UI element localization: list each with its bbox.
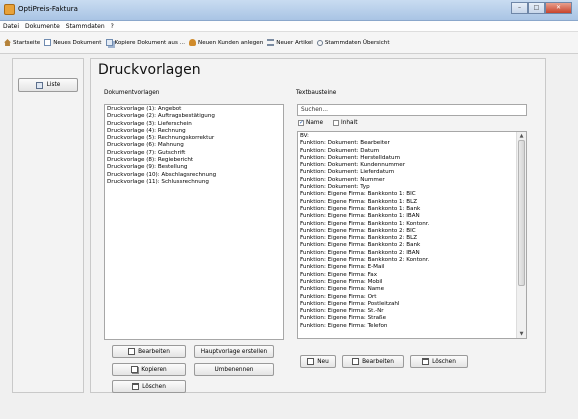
toolbar-neuen-kunden[interactable]: Neuen Kunden anlegen — [189, 39, 263, 46]
textbausteine-label: Textbausteine — [296, 90, 337, 96]
search-icon — [316, 39, 323, 46]
checkbox-checked-icon — [298, 119, 304, 126]
toolbar-kopiere-dokument[interactable]: Kopiere Dokument aus ... — [105, 39, 185, 46]
menu-bar: Datei Dokumente Stammdaten ? — [0, 21, 578, 31]
textbausteine-list[interactable]: BV: Funktion: Dokument: Bearbeiter Funkt… — [297, 131, 527, 339]
list-item[interactable]: Funktion: Eigene Firma: Bankkonto 2: BIC — [298, 228, 526, 235]
close-button[interactable]: ✕ — [545, 2, 572, 14]
list-item[interactable]: Druckvorlage (1): Angebot — [105, 106, 283, 113]
trash-icon — [422, 358, 430, 365]
list-item[interactable]: Druckvorlage (10): Abschlagsrechnung — [105, 172, 283, 179]
list-item[interactable]: Funktion: Eigene Firma: E-Mail — [298, 264, 526, 271]
list-item[interactable]: Funktion: Eigene Firma: Bankkonto 2: BLZ — [298, 235, 526, 242]
list-item[interactable]: BV: — [298, 133, 526, 140]
list-item[interactable]: Funktion: Eigene Firma: Postleitzahl — [298, 301, 526, 308]
list-item[interactable]: Funktion: Dokument: Typ — [298, 184, 526, 191]
vertical-scrollbar[interactable]: ▲ ▼ — [516, 132, 526, 338]
toolbar-startseite[interactable]: Startseite — [4, 39, 40, 46]
list-icon — [35, 81, 43, 89]
list-item[interactable]: Funktion: Eigene Firma: Bankkonto 1: IBA… — [298, 213, 526, 220]
list-item[interactable]: Druckvorlage (7): Gutschrift — [105, 150, 283, 157]
filter-name-checkbox[interactable]: Name — [298, 119, 323, 126]
search-input[interactable]: Suchen... — [297, 104, 527, 116]
scroll-up-icon[interactable]: ▲ — [517, 132, 526, 140]
title-bar: OptiPreis-Faktura – □ ✕ — [0, 0, 578, 21]
list-item[interactable]: Funktion: Eigene Firma: Fax — [298, 272, 526, 279]
loeschen-button[interactable]: Löschen — [112, 380, 186, 393]
bearbeiten-button[interactable]: Bearbeiten — [112, 345, 186, 358]
minimize-button[interactable]: – — [511, 2, 528, 14]
list-item[interactable]: Funktion: Eigene Firma: Bankkonto 1: Ban… — [298, 206, 526, 213]
app-icon — [4, 4, 15, 15]
list-item[interactable]: Funktion: Dokument: Datum — [298, 148, 526, 155]
list-item[interactable]: Druckvorlage (2): Auftragsbestätigung — [105, 113, 283, 120]
toolbar-stammdaten-uebersicht[interactable]: Stammdaten Übersicht — [316, 39, 390, 46]
list-item[interactable]: Druckvorlage (6): Mahnung — [105, 142, 283, 149]
dokumentvorlagen-label: Dokumentvorlagen — [104, 90, 160, 96]
scrollbar-thumb[interactable] — [518, 140, 525, 286]
new-article-icon — [267, 39, 275, 46]
list-item[interactable]: Druckvorlage (3): Lieferschein — [105, 121, 283, 128]
toolbar: Startseite Neues Dokument Kopiere Dokume… — [0, 31, 578, 54]
list-item[interactable]: Druckvorlage (11): Schlussrechnung — [105, 179, 283, 186]
new-customer-icon — [189, 39, 197, 46]
sidebar — [12, 58, 84, 393]
list-item[interactable]: Druckvorlage (8): Regiebericht — [105, 157, 283, 164]
menu-stammdaten[interactable]: Stammdaten — [63, 23, 108, 30]
toolbar-neues-dokument[interactable]: Neues Dokument — [44, 39, 102, 46]
umbenennen-button[interactable]: Umbenennen — [194, 363, 274, 376]
list-item[interactable]: Funktion: Eigene Firma: St.-Nr — [298, 308, 526, 315]
menu-dokumente[interactable]: Dokumente — [22, 23, 63, 30]
list-item[interactable]: Funktion: Eigene Firma: Mobil — [298, 279, 526, 286]
window-title: OptiPreis-Faktura — [18, 5, 78, 13]
hauptvorlage-erstellen-button[interactable]: Hauptvorlage erstellen — [194, 345, 274, 358]
list-item[interactable]: Funktion: Dokument: Nummer — [298, 177, 526, 184]
list-item[interactable]: Funktion: Eigene Firma: Ort — [298, 294, 526, 301]
edit-icon — [128, 348, 136, 355]
neu-button[interactable]: Neu — [300, 355, 336, 368]
list-item[interactable]: Funktion: Eigene Firma: Bankkonto 1: Kon… — [298, 221, 526, 228]
copy-document-icon — [105, 39, 113, 46]
filter-inhalt-checkbox[interactable]: Inhalt — [333, 120, 358, 126]
list-item[interactable]: Druckvorlage (4): Rechnung — [105, 128, 283, 135]
list-item[interactable]: Funktion: Eigene Firma: Telefon — [298, 323, 526, 330]
menu-help[interactable]: ? — [108, 23, 117, 30]
list-item[interactable]: Funktion: Eigene Firma: Bankkonto 2: Kon… — [298, 257, 526, 264]
list-item[interactable]: Funktion: Dokument: Bearbeiter — [298, 140, 526, 147]
maximize-button[interactable]: □ — [528, 2, 545, 14]
trash-icon — [132, 383, 140, 390]
toolbar-neuer-artikel[interactable]: Neuer Artikel — [267, 39, 313, 46]
list-item[interactable]: Funktion: Dokument: Kundennummer — [298, 162, 526, 169]
page-title: Druckvorlagen — [98, 62, 201, 78]
checkbox-unchecked-icon — [333, 120, 339, 126]
new-document-icon — [44, 39, 52, 46]
textbaustein-loeschen-button[interactable]: Löschen — [410, 355, 468, 368]
list-item[interactable]: Funktion: Eigene Firma: Straße — [298, 315, 526, 322]
scroll-down-icon[interactable]: ▼ — [517, 330, 526, 338]
home-icon — [4, 39, 11, 46]
list-item[interactable]: Funktion: Dokument: Herstelldatum — [298, 155, 526, 162]
copy-icon — [131, 366, 139, 373]
new-icon — [307, 358, 315, 365]
list-item[interactable]: Funktion: Eigene Firma: Bankkonto 2: IBA… — [298, 250, 526, 257]
list-item[interactable]: Druckvorlage (9): Bestellung — [105, 164, 283, 171]
textbaustein-bearbeiten-button[interactable]: Bearbeiten — [342, 355, 404, 368]
list-item[interactable]: Druckvorlage (5): Rechnungskorrektur — [105, 135, 283, 142]
edit-icon — [352, 358, 360, 365]
list-item[interactable]: Funktion: Eigene Firma: Bankkonto 1: BIC — [298, 191, 526, 198]
list-item[interactable]: Funktion: Dokument: Lieferdatum — [298, 169, 526, 176]
list-item[interactable]: Funktion: Eigene Firma: Name — [298, 286, 526, 293]
kopieren-button[interactable]: Kopieren — [112, 363, 186, 376]
list-item[interactable]: Funktion: Eigene Firma: Bankkonto 2: Ban… — [298, 242, 526, 249]
menu-datei[interactable]: Datei — [0, 23, 22, 30]
list-item[interactable]: Funktion: Eigene Firma: Bankkonto 1: BLZ — [298, 199, 526, 206]
liste-button[interactable]: Liste — [18, 78, 78, 92]
templates-list[interactable]: Druckvorlage (1): Angebot Druckvorlage (… — [104, 104, 284, 340]
